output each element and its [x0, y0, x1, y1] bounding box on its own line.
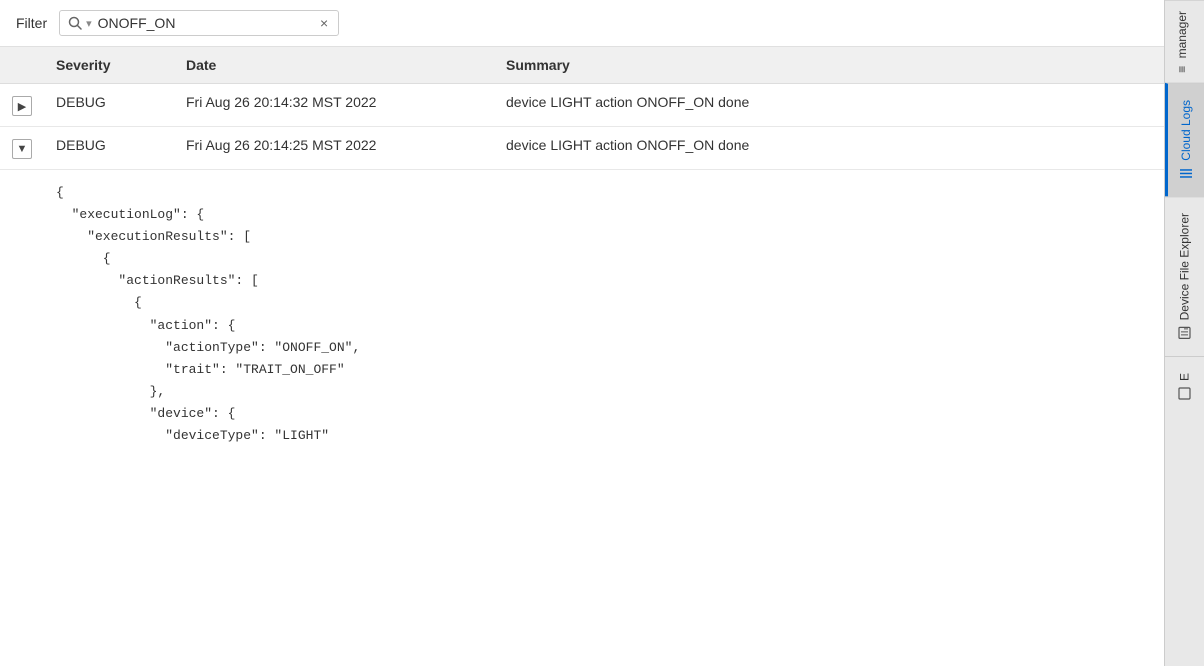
th-date: Date: [174, 47, 494, 84]
expand-row1-button[interactable]: ▶: [12, 96, 32, 116]
main-content: Filter ▾ × Severity Date Summary: [0, 0, 1164, 666]
search-icon: ▾: [68, 16, 92, 30]
manager-icon: ≡: [1175, 66, 1189, 73]
row1-summary: device LIGHT action ONOFF_ON done: [494, 84, 1164, 127]
table-row: ▶ DEBUG Fri Aug 26 20:14:32 MST 2022 dev…: [0, 84, 1164, 127]
filter-input[interactable]: [98, 15, 312, 31]
cloud-logs-icon: [1178, 166, 1194, 180]
device-file-explorer-icon: [1177, 327, 1193, 340]
manager-label: manager: [1175, 11, 1189, 58]
sidebar-item-cloud-logs[interactable]: Cloud Logs: [1165, 83, 1204, 197]
row1-expander[interactable]: ▶: [0, 84, 44, 127]
cloud-logs-label: Cloud Logs: [1179, 100, 1193, 161]
filter-bar: Filter ▾ ×: [0, 0, 1164, 47]
filter-dropdown-arrow[interactable]: ▾: [86, 17, 92, 30]
table-body: ▶ DEBUG Fri Aug 26 20:14:32 MST 2022 dev…: [0, 84, 1164, 464]
row2-expander[interactable]: ▼: [0, 127, 44, 170]
extra-label: E: [1178, 373, 1192, 381]
th-severity: Severity: [44, 47, 174, 84]
device-file-explorer-label: Device File Explorer: [1178, 213, 1192, 320]
filter-clear-button[interactable]: ×: [318, 16, 330, 30]
th-summary: Summary: [494, 47, 1164, 84]
row2-date: Fri Aug 26 20:14:25 MST 2022: [174, 127, 494, 170]
sidebar-item-extra[interactable]: E: [1165, 356, 1204, 416]
detail-cell: { "executionLog": { "executionResults": …: [0, 170, 1164, 464]
detail-content: { "executionLog": { "executionResults": …: [0, 170, 1164, 463]
th-expander: [0, 47, 44, 84]
log-table-container: Severity Date Summary ▶ DEBUG Fri Aug 26…: [0, 47, 1164, 666]
filter-label: Filter: [16, 15, 47, 31]
row2-summary: device LIGHT action ONOFF_ON done: [494, 127, 1164, 170]
right-sidebar: ≡ manager Cloud Logs Device File Explore…: [1164, 0, 1204, 666]
table-row: ▼ DEBUG Fri Aug 26 20:14:25 MST 2022 dev…: [0, 127, 1164, 170]
sidebar-item-manager[interactable]: ≡ manager: [1165, 0, 1204, 83]
detail-row: { "executionLog": { "executionResults": …: [0, 170, 1164, 464]
sidebar-item-device-file-explorer[interactable]: Device File Explorer: [1165, 196, 1204, 355]
row1-date: Fri Aug 26 20:14:32 MST 2022: [174, 84, 494, 127]
filter-input-wrapper: ▾ ×: [59, 10, 339, 36]
table-header: Severity Date Summary: [0, 47, 1164, 84]
extra-icon: [1177, 387, 1193, 400]
log-table: Severity Date Summary ▶ DEBUG Fri Aug 26…: [0, 47, 1164, 463]
collapse-row2-button[interactable]: ▼: [12, 139, 32, 159]
row2-severity: DEBUG: [44, 127, 174, 170]
row1-severity: DEBUG: [44, 84, 174, 127]
